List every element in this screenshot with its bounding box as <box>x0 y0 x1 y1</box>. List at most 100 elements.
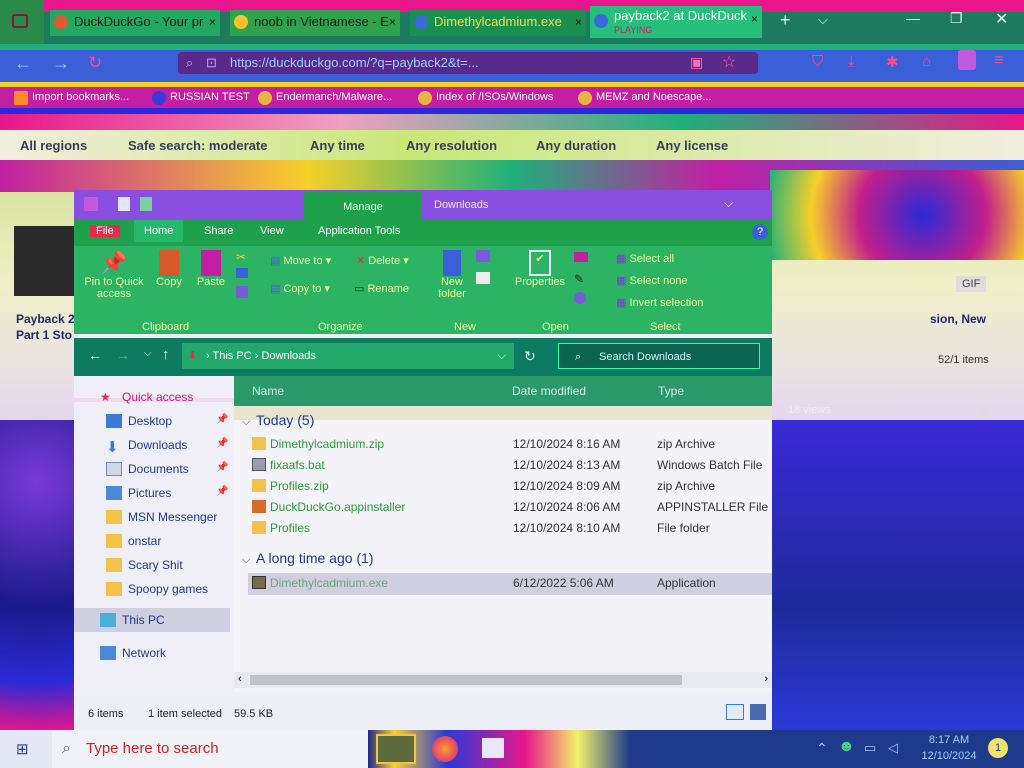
tab-view[interactable]: View <box>260 225 284 237</box>
quick-access-toolbar-icon[interactable] <box>84 197 98 211</box>
breadcrumb-this-pc[interactable]: This PC <box>213 350 252 362</box>
menu-icon[interactable]: ≡ <box>994 52 1003 70</box>
copy-to-button[interactable]: ▤ Copy to ▾ <box>270 282 330 295</box>
extensions-icon[interactable]: ✱ <box>886 53 899 71</box>
nav-desktop[interactable]: Desktop <box>100 414 172 428</box>
result-title-line2[interactable]: Part 1 Sto <box>16 328 72 342</box>
minimize-icon[interactable]: — <box>906 10 920 26</box>
expand-ribbon-icon[interactable]: ⌵ <box>724 196 733 211</box>
maximize-icon[interactable]: ❐ <box>950 10 963 27</box>
rename-button[interactable]: ▭ Rename <box>354 282 409 295</box>
properties-button[interactable]: ✔ Properties <box>512 250 568 288</box>
select-none-button[interactable]: ▦ Select none <box>616 274 688 287</box>
file-explorer-taskbar-icon[interactable] <box>376 734 416 764</box>
close-window-icon[interactable]: ✕ <box>995 9 1008 29</box>
select-all-button[interactable]: ▦ Select all <box>616 252 674 265</box>
tab-list-chevron-icon[interactable]: ⌵ <box>818 12 828 28</box>
group-collapse-icon[interactable]: ⌵ <box>242 554 250 567</box>
people-icon[interactable]: ☻ <box>838 738 855 756</box>
firefox-taskbar-icon[interactable] <box>432 736 458 762</box>
bookmark-import[interactable]: Import bookmarks... <box>14 91 129 105</box>
tab-share[interactable]: Share <box>204 225 233 237</box>
horizontal-scrollbar[interactable]: ‹ › <box>234 672 772 688</box>
tab-noob-vietnamese[interactable]: noob in Vietnamese - E × <box>230 10 400 36</box>
group-long-ago[interactable]: A long time ago (1) <box>256 550 374 566</box>
cut-icon[interactable]: ✂ <box>236 250 246 264</box>
tab-file[interactable]: File <box>90 225 120 237</box>
tab-application-tools[interactable]: Application Tools <box>318 225 400 237</box>
close-tab-icon[interactable]: × <box>389 10 396 34</box>
back-icon[interactable]: ← <box>88 347 102 363</box>
account-icon[interactable]: ⌂ <box>922 53 931 70</box>
filter-license[interactable]: Any license <box>656 138 728 153</box>
new-folder-toolbar-icon[interactable] <box>140 197 152 211</box>
up-icon[interactable]: ↑ <box>162 346 170 363</box>
nav-network[interactable]: Network <box>94 646 166 660</box>
close-tab-icon[interactable]: × <box>209 10 216 34</box>
filter-resolution[interactable]: Any resolution <box>406 138 497 153</box>
bookmark-russian-test[interactable]: RUSSIAN TEST <box>152 91 250 105</box>
forward-icon[interactable]: → <box>116 347 130 363</box>
filter-safe-search[interactable]: Safe search: moderate <box>128 138 267 153</box>
start-icon[interactable]: ⊞ <box>16 740 29 758</box>
properties-toolbar-icon[interactable] <box>118 197 130 211</box>
edit-icon[interactable]: ✎ <box>574 272 584 286</box>
new-folder-button[interactable]: New folder <box>432 250 472 300</box>
shield-icon[interactable]: ⛉ <box>812 53 823 70</box>
bookmark-endermanch[interactable]: Endermanch/Malware... <box>258 91 392 105</box>
nav-downloads[interactable]: ⬇ Downloads <box>100 438 187 456</box>
scroll-thumb[interactable] <box>250 675 682 685</box>
history-icon[interactable] <box>574 292 586 304</box>
close-tab-icon[interactable]: × <box>575 10 582 34</box>
nav-msn-messenger[interactable]: MSN Messenger <box>100 510 217 524</box>
file-row[interactable]: Profiles 12/10/2024 8:10 AM File folder <box>248 518 772 538</box>
open-icon[interactable] <box>574 252 588 262</box>
taskbar-search-input[interactable]: ⌕ Type here to search <box>52 730 368 768</box>
search-downloads-input[interactable]: ⌕ Search Downloads <box>558 343 760 369</box>
back-icon[interactable]: ← <box>14 53 32 74</box>
network-tray-icon[interactable]: ▭ <box>864 740 876 756</box>
group-collapse-icon[interactable]: ⌵ <box>242 416 250 429</box>
nav-scary[interactable]: Scary Shit <box>100 558 183 572</box>
large-icons-view-icon[interactable] <box>750 704 766 720</box>
tab-duckduckgo[interactable]: DuckDuckGo - Your pr × <box>50 10 220 36</box>
filter-duration[interactable]: Any duration <box>536 138 616 153</box>
filter-time[interactable]: Any time <box>310 138 365 153</box>
bookmark-memz[interactable]: MEMZ and Noescape... <box>578 91 712 105</box>
column-date-modified[interactable]: Date modified <box>512 384 586 398</box>
result-title-line1[interactable]: Payback 2 <box>16 312 75 326</box>
scroll-left-icon[interactable]: ‹ <box>238 673 242 685</box>
addon-icon[interactable] <box>958 50 976 70</box>
new-tab-button[interactable]: + <box>780 10 791 31</box>
nav-this-pc[interactable]: This PC <box>94 613 165 627</box>
new-item-icon[interactable] <box>476 250 490 262</box>
address-bar[interactable]: ⬇ › This PC › Downloads ⌵ <box>182 343 514 369</box>
app-taskbar-icon[interactable] <box>482 738 504 758</box>
file-row[interactable]: Dimethylcadmium.zip 12/10/2024 8:16 AM z… <box>248 434 772 454</box>
forward-icon[interactable]: → <box>52 53 70 74</box>
manage-contextual-tab[interactable]: Manage <box>304 192 422 220</box>
tray-overflow-icon[interactable]: ⌃ <box>816 740 828 757</box>
reload-icon[interactable]: ↻ <box>88 53 102 73</box>
pin-quick-access-button[interactable]: 📌 Pin to Quick access <box>82 250 146 300</box>
close-tab-icon[interactable]: × <box>751 12 758 26</box>
copy-path-icon[interactable] <box>236 268 248 278</box>
download-icon[interactable]: ⤓ <box>848 53 855 70</box>
tab-payback2[interactable]: payback2 at DuckDuck PLAYING × <box>590 6 762 38</box>
notification-center-icon[interactable]: 1 <box>988 738 1008 758</box>
delete-button[interactable]: ✕ Delete ▾ <box>356 254 409 267</box>
translate-page-icon[interactable]: ▣ <box>690 54 703 71</box>
easy-access-icon[interactable] <box>476 272 490 284</box>
file-row[interactable]: DuckDuckGo.appinstaller 12/10/2024 8:06 … <box>248 497 772 517</box>
refresh-icon[interactable]: ↻ <box>524 348 536 365</box>
nav-this-pc-row[interactable]: This PC <box>74 608 230 632</box>
recent-locations-chevron-icon[interactable]: ⌵ <box>144 348 152 359</box>
address-bar[interactable]: ⌕ ⊡ https://duckduckgo.com/?q=payback2&t… <box>178 52 758 74</box>
volume-icon[interactable]: ◁ <box>888 740 898 756</box>
bookmark-isos[interactable]: Index of /ISOs/Windows <box>418 91 553 105</box>
close-preview-icon[interactable]: ✕ <box>978 404 991 424</box>
file-row[interactable]: Profiles.zip 12/10/2024 8:09 AM zip Arch… <box>248 476 772 496</box>
copy-button[interactable]: Copy <box>152 250 186 288</box>
breadcrumb-downloads[interactable]: Downloads <box>261 350 315 362</box>
paste-shortcut-icon[interactable] <box>236 286 248 298</box>
